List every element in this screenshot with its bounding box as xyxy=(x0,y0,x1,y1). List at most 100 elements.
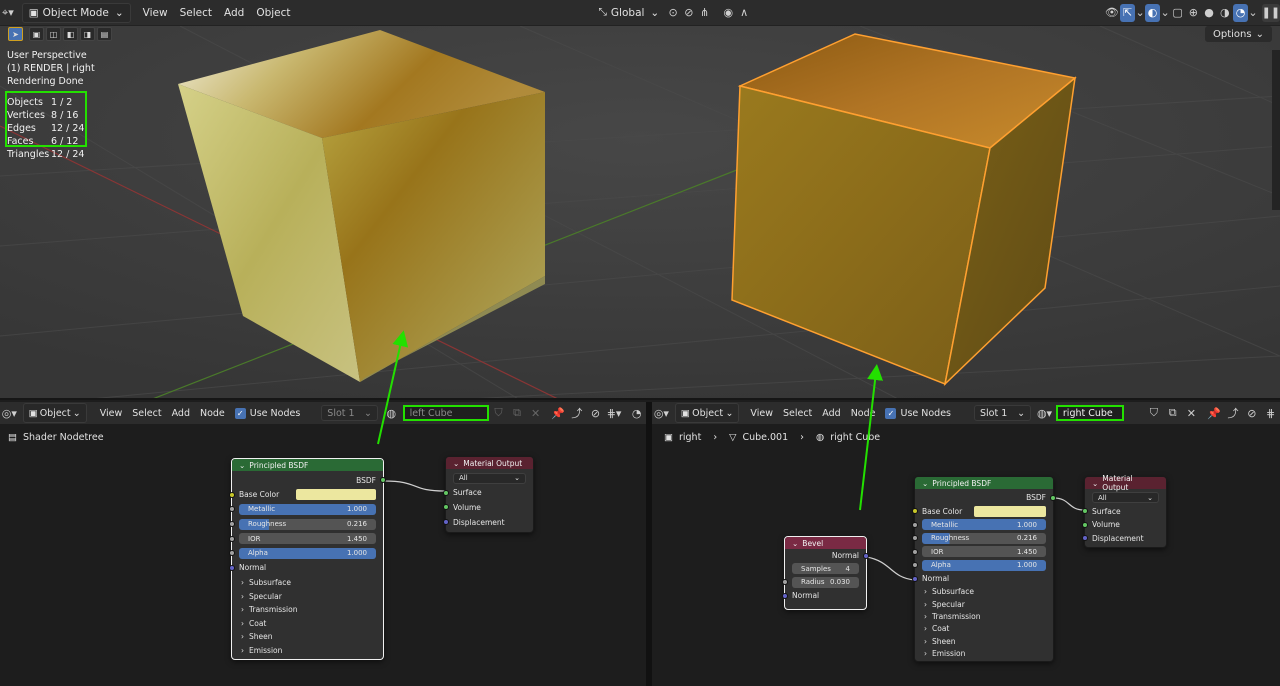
output-socket[interactable] xyxy=(1050,494,1056,501)
use-nodes-checkbox[interactable]: ✓ Use Nodes xyxy=(230,403,306,423)
base-color-swatch[interactable] xyxy=(974,505,1046,517)
link-icon[interactable]: ⤴ xyxy=(1224,404,1243,422)
target-dropdown[interactable]: All ⌄ xyxy=(453,472,526,484)
material-output-node[interactable]: ⌄ Material Output All ⌄ Surface Volume Di… xyxy=(1082,474,1167,548)
duplicate-material-icon[interactable]: ⧉ xyxy=(508,404,527,422)
menu-view[interactable]: View xyxy=(137,3,174,23)
metallic-field[interactable]: Metallic 1.000 xyxy=(239,503,376,515)
shader-type-dropdown[interactable]: ▣ Object ⌄ xyxy=(22,403,87,423)
menu-select[interactable]: Select xyxy=(174,3,218,23)
collapse-icon[interactable]: ⌄ xyxy=(922,479,928,488)
pivot-icon[interactable]: ⊙ xyxy=(665,4,681,22)
snap-mode-icon[interactable]: ⋕▾ xyxy=(605,404,624,422)
editor-type-icon[interactable]: ⌖▾ xyxy=(0,4,16,22)
input-socket[interactable] xyxy=(229,564,235,571)
rendered-shading-icon[interactable]: ◔ xyxy=(1232,3,1249,22)
input-socket[interactable] xyxy=(229,521,235,528)
proportional-edit-icon[interactable]: ◉ xyxy=(720,4,736,22)
pause-icon[interactable]: ❚❚ xyxy=(1261,3,1280,22)
menu-view[interactable]: View xyxy=(95,403,128,423)
bevel-node[interactable]: ⌄ Bevel Normal Samples 4 Radius 0.030 Norm… xyxy=(782,536,869,610)
gizmo-icon[interactable]: ⇱ xyxy=(1119,3,1136,22)
menu-add[interactable]: Add xyxy=(167,403,195,423)
input-socket[interactable] xyxy=(229,535,235,542)
collapse-icon[interactable]: ⌄ xyxy=(453,459,459,468)
solid-shading-icon[interactable]: ● xyxy=(1201,4,1217,22)
input-socket[interactable] xyxy=(229,491,235,498)
panel-coat[interactable]: › Coat xyxy=(232,617,383,630)
select-tool-icon[interactable]: ➤ xyxy=(8,27,23,41)
input-socket[interactable] xyxy=(912,508,918,515)
shader-type-dropdown[interactable]: ▣ Object ⌄ xyxy=(674,403,740,423)
principled-bsdf-node[interactable]: ⌄ Principled BSDF BSDF Base Color Metall… xyxy=(229,458,386,660)
menu-object[interactable]: Object xyxy=(250,3,296,23)
editor-type-icon[interactable]: ◎▾ xyxy=(652,404,671,422)
chevron-down-icon[interactable]: ⌄ xyxy=(1248,4,1257,22)
input-socket[interactable] xyxy=(912,521,918,528)
material-shading-icon[interactable]: ◑ xyxy=(1217,4,1233,22)
material-output-node[interactable]: ⌄ Material Output All ⌄ Surface Volume Di… xyxy=(443,456,534,533)
snap-target-icon[interactable]: ⋔ xyxy=(697,4,713,22)
samples-field[interactable]: Samples 4 xyxy=(792,563,859,574)
select-new-icon[interactable]: ▣ xyxy=(29,27,44,41)
ior-field[interactable]: IOR 1.450 xyxy=(239,533,376,545)
panel-specular[interactable]: › Specular xyxy=(915,598,1053,610)
panel-sheen[interactable]: › Sheen xyxy=(915,635,1053,647)
input-socket[interactable] xyxy=(443,519,449,526)
input-socket[interactable] xyxy=(912,562,918,569)
fake-user-icon[interactable]: ⛉ xyxy=(1144,404,1163,422)
input-socket[interactable] xyxy=(229,506,235,513)
overlays-icon[interactable]: ◔ xyxy=(627,404,646,422)
close-icon[interactable]: ✕ xyxy=(1182,404,1201,422)
mode-dropdown[interactable]: ▣ Object Mode ⌄ xyxy=(21,2,131,23)
input-socket[interactable] xyxy=(443,489,449,496)
input-socket[interactable] xyxy=(782,579,788,585)
panel-emission[interactable]: › Emission xyxy=(232,643,383,656)
input-socket[interactable] xyxy=(912,548,918,555)
menu-add[interactable]: Add xyxy=(817,403,845,423)
slot-dropdown[interactable]: Slot 1 ⌄ xyxy=(321,405,378,421)
material-sphere-icon[interactable]: ◍▾ xyxy=(1035,404,1054,422)
menu-node[interactable]: Node xyxy=(846,403,881,423)
material-name-field[interactable]: left Cube xyxy=(402,405,490,421)
input-socket[interactable] xyxy=(229,550,235,557)
menu-node[interactable]: Node xyxy=(195,403,230,423)
snap-icon[interactable]: ⊘ xyxy=(586,404,605,422)
node-header[interactable]: ⌄ Bevel xyxy=(785,537,866,549)
sidebar-edge[interactable] xyxy=(1272,50,1280,210)
duplicate-material-icon[interactable]: ⧉ xyxy=(1163,404,1182,422)
base-color-swatch[interactable] xyxy=(296,489,376,501)
panel-subsurface[interactable]: › Subsurface xyxy=(915,586,1053,598)
link-icon[interactable]: ⤴ xyxy=(568,404,587,422)
node-header[interactable]: ⌄ Material Output xyxy=(446,457,533,469)
fake-user-icon[interactable]: ⛉ xyxy=(489,404,508,422)
node-header[interactable]: ⌄ Material Output xyxy=(1085,474,1166,492)
principled-bsdf-node[interactable]: ⌄ Principled BSDF BSDF Base Color Metall… xyxy=(912,476,1056,662)
input-socket[interactable] xyxy=(782,592,788,599)
options-button[interactable]: Options ⌄ xyxy=(1205,26,1272,42)
input-socket[interactable] xyxy=(1082,521,1088,528)
use-nodes-checkbox[interactable]: ✓ Use Nodes xyxy=(880,403,956,423)
snap-icon[interactable]: ⊘ xyxy=(681,4,697,22)
select-subtract-icon[interactable]: ◧ xyxy=(63,27,78,41)
input-socket[interactable] xyxy=(1082,535,1088,542)
shader-editor-right[interactable]: ◎▾ ▣ Object ⌄ View Select Add Node ✓ Use… xyxy=(652,402,1280,686)
panel-sheen[interactable]: › Sheen xyxy=(232,630,383,643)
collapse-icon[interactable]: ⌄ xyxy=(1092,479,1098,488)
node-header[interactable]: ⌄ Principled BSDF xyxy=(915,477,1053,489)
panel-coat[interactable]: › Coat xyxy=(915,623,1053,635)
3d-viewport[interactable]: ➤ ▣ ◫ ◧ ◨ ▤ User Perspective (1) RENDER … xyxy=(0,26,1280,400)
visibility-icon[interactable]: 👁 xyxy=(1104,4,1120,22)
wireframe-shading-icon[interactable]: ⊕ xyxy=(1185,4,1201,22)
target-dropdown[interactable]: All ⌄ xyxy=(1092,492,1159,504)
panel-emission[interactable]: › Emission xyxy=(915,647,1053,659)
roughness-field[interactable]: Roughness 0.216 xyxy=(239,518,376,530)
alpha-field[interactable]: Alpha 1.000 xyxy=(239,547,376,559)
input-socket[interactable] xyxy=(912,535,918,542)
select-intersect-icon[interactable]: ▤ xyxy=(97,27,112,41)
material-name-field[interactable]: right Cube xyxy=(1055,405,1125,421)
ior-field[interactable]: IOR 1.450 xyxy=(922,546,1046,558)
panel-specular[interactable]: › Specular xyxy=(232,590,383,603)
panel-subsurface[interactable]: › Subsurface xyxy=(232,575,383,590)
snap-icon[interactable]: ⊘ xyxy=(1242,404,1261,422)
